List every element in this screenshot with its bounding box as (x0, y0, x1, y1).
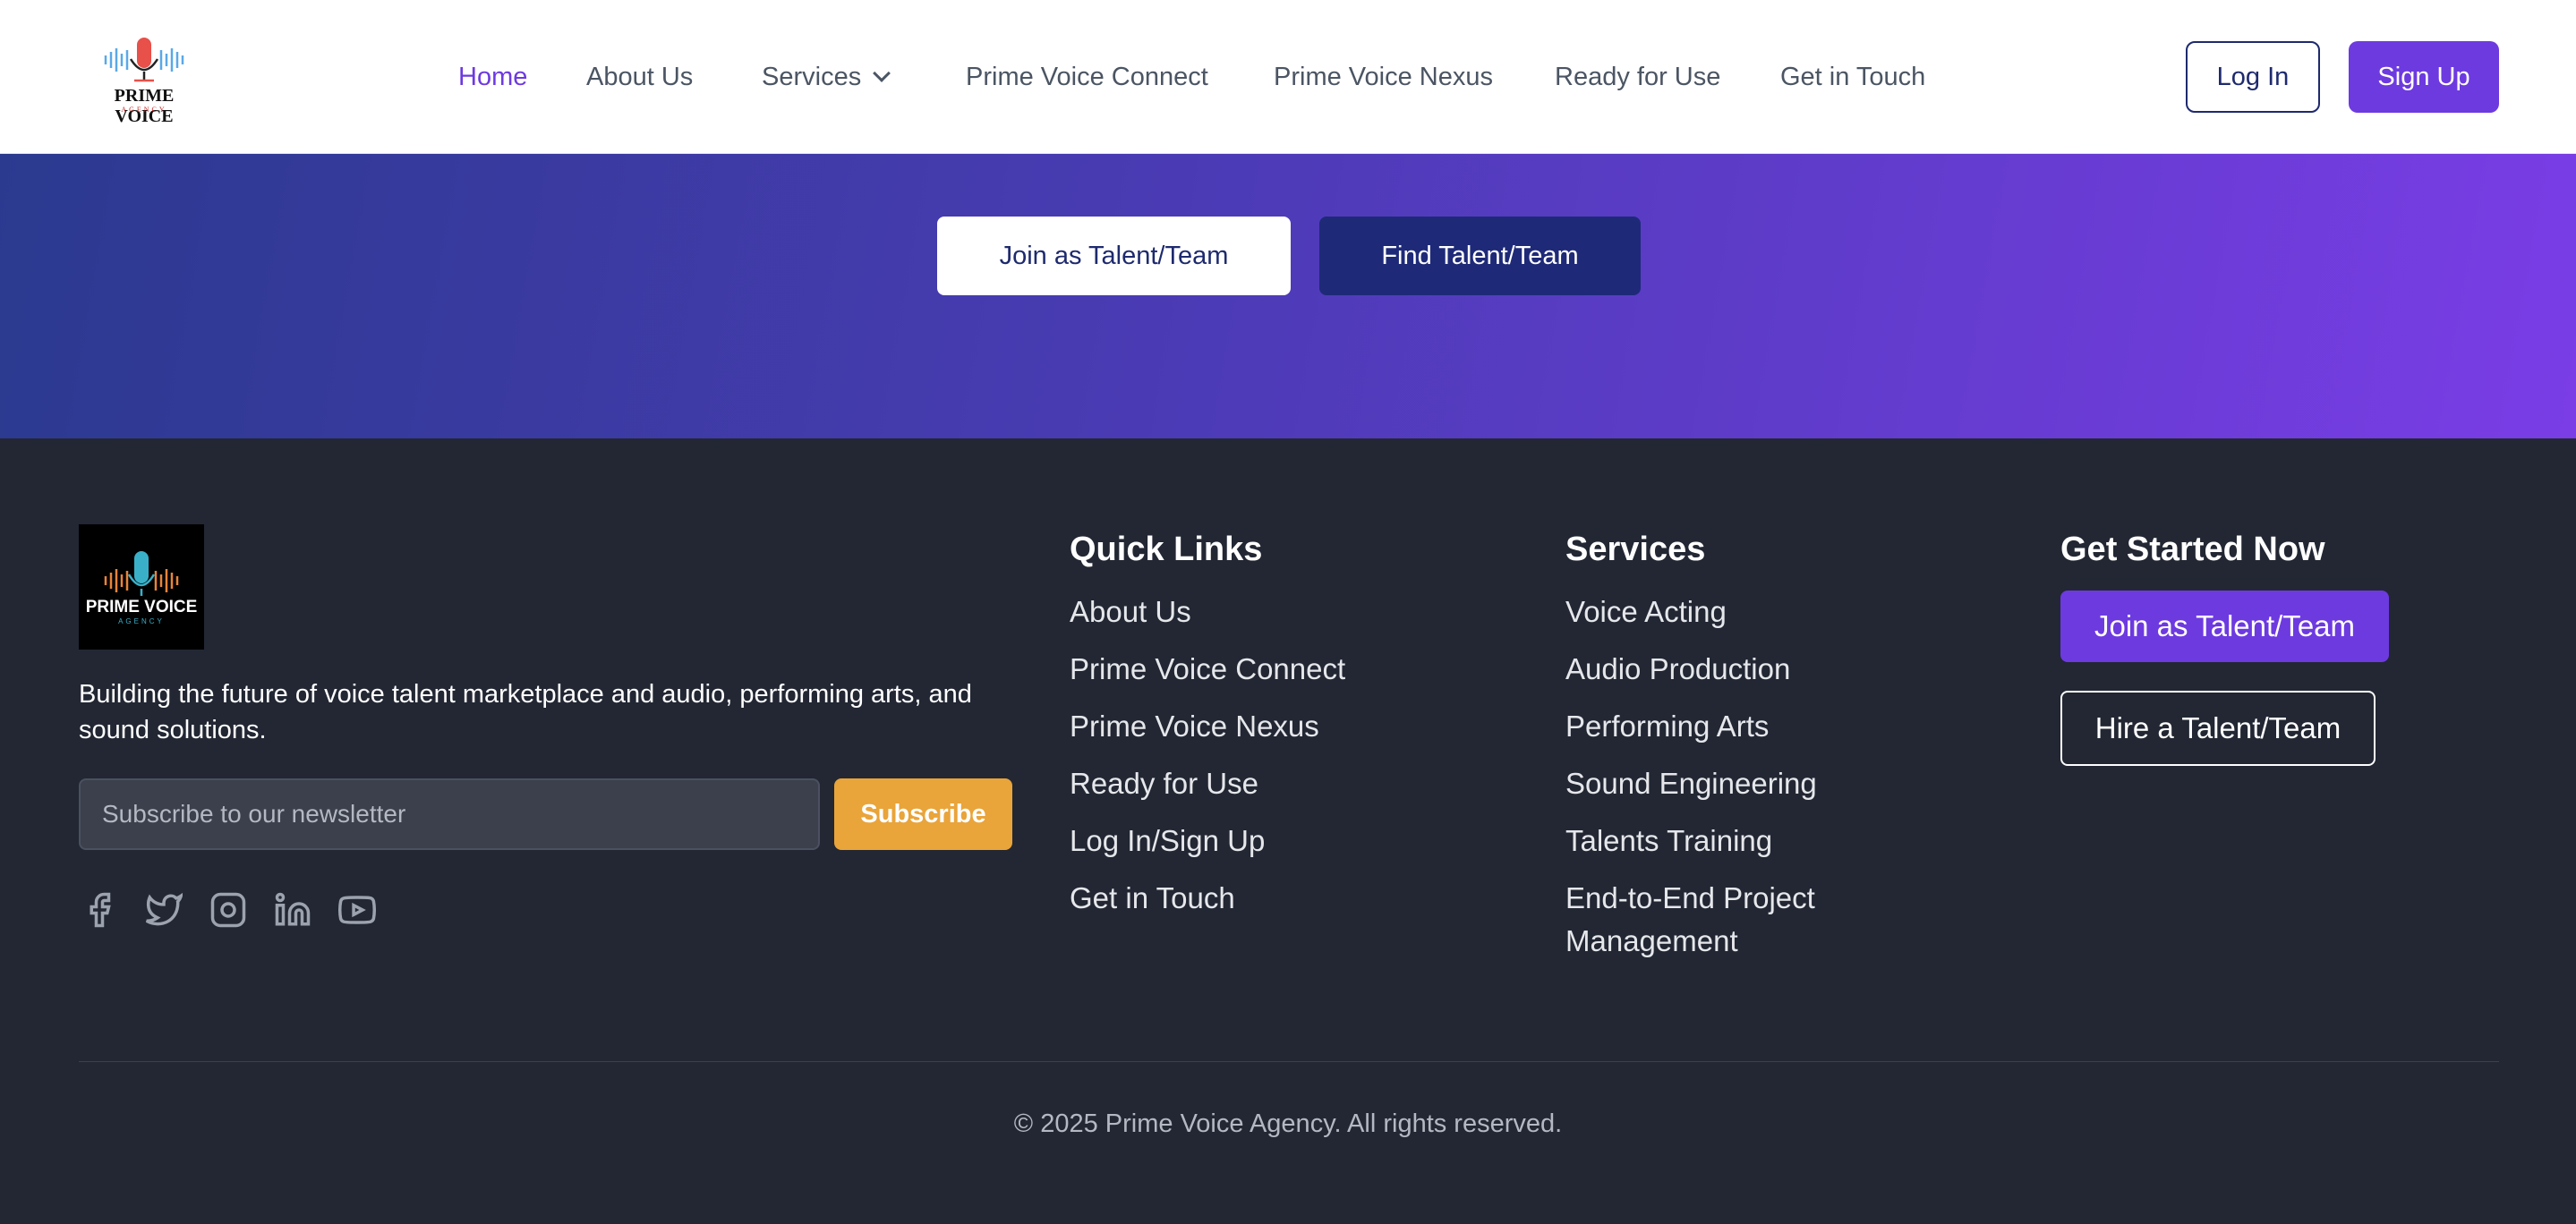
join-as-talent-button[interactable]: Join as Talent/Team (937, 217, 1291, 295)
footer-link-performing-arts[interactable]: Performing Arts (1565, 705, 1941, 748)
footer-tagline: Building the future of voice talent mark… (79, 680, 972, 744)
footer-logo-wordmark: PRIME VOICE (85, 598, 198, 616)
nav-services[interactable]: Services (762, 61, 891, 93)
logo-subtext: AGENCY (121, 106, 167, 114)
footer-link-get-in-touch[interactable]: Get in Touch (1070, 877, 1345, 920)
nav-home[interactable]: Home (458, 61, 527, 93)
newsletter-email-input[interactable] (79, 778, 820, 850)
social-links (81, 891, 403, 929)
nav-services-label: Services (762, 63, 862, 91)
footer-link-prime-voice-connect[interactable]: Prime Voice Connect (1070, 648, 1345, 691)
quick-links-column: Quick Links About Us Prime Voice Connect… (1070, 528, 1345, 934)
get-started-heading: Get Started Now (2060, 531, 2325, 568)
signup-button[interactable]: Sign Up (2349, 41, 2499, 113)
footer-link-about-us[interactable]: About Us (1070, 591, 1345, 633)
instagram-icon[interactable] (209, 891, 247, 929)
header-logo[interactable]: PRIME VOICE AGENCY (88, 30, 200, 126)
get-started-column: Get Started Now Join as Talent/Team Hire… (2060, 528, 2389, 766)
site-header: PRIME VOICE AGENCY Home About Us Service… (0, 0, 2576, 154)
copyright-text: © 2025 Prime Voice Agency. All rights re… (1013, 1109, 1563, 1138)
footer-link-sound-engineering[interactable]: Sound Engineering (1565, 762, 1941, 805)
services-heading: Services (1565, 531, 1706, 568)
footer-link-audio-production[interactable]: Audio Production (1565, 648, 1941, 691)
hero-cta-band (0, 154, 2576, 438)
footer-logo-subtext: AGENCY (118, 617, 165, 625)
footer-link-login-signup[interactable]: Log In/Sign Up (1070, 820, 1345, 863)
nav-prime-voice-nexus[interactable]: Prime Voice Nexus (1274, 61, 1493, 93)
footer-link-talents-training[interactable]: Talents Training (1565, 820, 1941, 863)
nav-about-us[interactable]: About Us (586, 61, 693, 93)
footer-link-prime-voice-nexus[interactable]: Prime Voice Nexus (1070, 705, 1345, 748)
login-button[interactable]: Log In (2186, 41, 2320, 113)
nav-get-in-touch[interactable]: Get in Touch (1780, 61, 1925, 93)
nav-ready-for-use[interactable]: Ready for Use (1555, 61, 1720, 93)
footer-hire-talent-button[interactable]: Hire a Talent/Team (2060, 691, 2376, 766)
chevron-down-icon (873, 64, 891, 82)
subscribe-button[interactable]: Subscribe (834, 778, 1012, 850)
twitter-icon[interactable] (145, 891, 184, 929)
footer-link-voice-acting[interactable]: Voice Acting (1565, 591, 1941, 633)
footer-link-project-management[interactable]: End-to-End Project Management (1565, 877, 1941, 963)
footer-divider (79, 1061, 2499, 1062)
footer-logo[interactable]: PRIME VOICE AGENCY (79, 524, 204, 650)
linkedin-icon[interactable] (274, 891, 311, 929)
youtube-icon[interactable] (337, 891, 377, 929)
nav-prime-voice-connect[interactable]: Prime Voice Connect (966, 61, 1208, 93)
footer-link-ready-for-use[interactable]: Ready for Use (1070, 762, 1345, 805)
quick-links-heading: Quick Links (1070, 531, 1263, 568)
find-talent-button[interactable]: Find Talent/Team (1319, 217, 1641, 295)
footer-join-talent-button[interactable]: Join as Talent/Team (2060, 591, 2389, 662)
facebook-icon[interactable] (81, 891, 118, 929)
microphone-logo-icon (104, 551, 179, 596)
services-column: Services Voice Acting Audio Production P… (1565, 528, 1941, 977)
